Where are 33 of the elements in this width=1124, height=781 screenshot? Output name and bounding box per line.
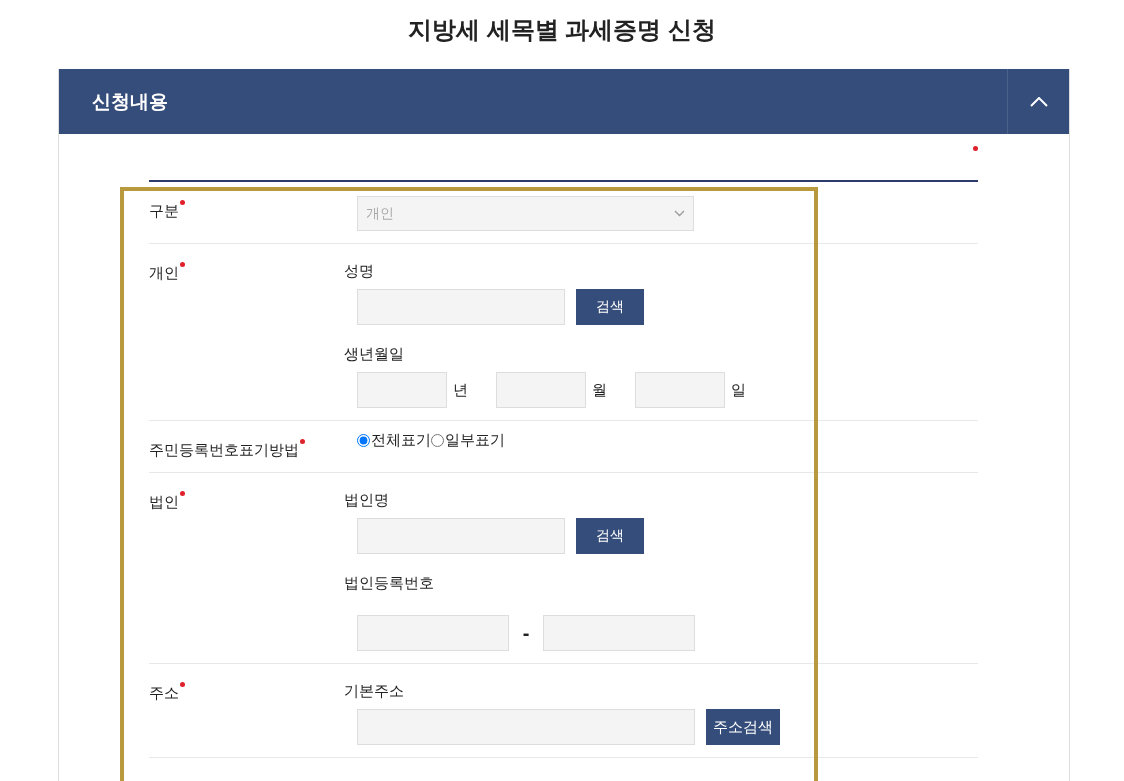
row-label: 주민등록번호표기방법 [149,441,299,460]
row-label: 주소 [149,684,179,703]
panel-title: 신청내용 [91,89,169,114]
chevron-icon [1029,96,1048,107]
unit-label: 일 [730,380,747,400]
row-label: 구분 [149,202,179,221]
input-field[interactable] [357,518,565,554]
separator: - [521,621,531,645]
input-field[interactable] [357,289,565,325]
field-label: 생년월일 [344,344,405,364]
search-button[interactable]: 검색 [576,518,644,554]
row-label: 개인 [149,264,179,283]
input-field[interactable] [357,709,695,745]
page-title: 지방세 세목별 과세증명 신청 [407,15,717,45]
input-field[interactable] [635,372,725,408]
field-label: 법인등록번호 [344,573,435,593]
input-field[interactable] [357,615,509,651]
radio-button[interactable] [431,434,444,447]
chevron-down-icon [674,210,685,217]
row-label: 법인 [149,493,179,512]
field-label: 기본주소 [344,681,405,701]
radio-button[interactable] [357,434,370,447]
unit-label: 월 [591,380,608,400]
radio-label: 일부표기 [445,431,505,450]
field-label: 법인명 [344,490,390,510]
search-button[interactable]: 검색 [576,289,644,325]
radio-label: 전체표기 [371,431,431,450]
input-field[interactable] [357,372,447,408]
input-field[interactable] [543,615,695,651]
input-field[interactable] [496,372,586,408]
address-search-button[interactable]: 주소검색 [706,709,780,745]
field-label: 성명 [344,261,375,281]
unit-label: 년 [452,380,469,400]
